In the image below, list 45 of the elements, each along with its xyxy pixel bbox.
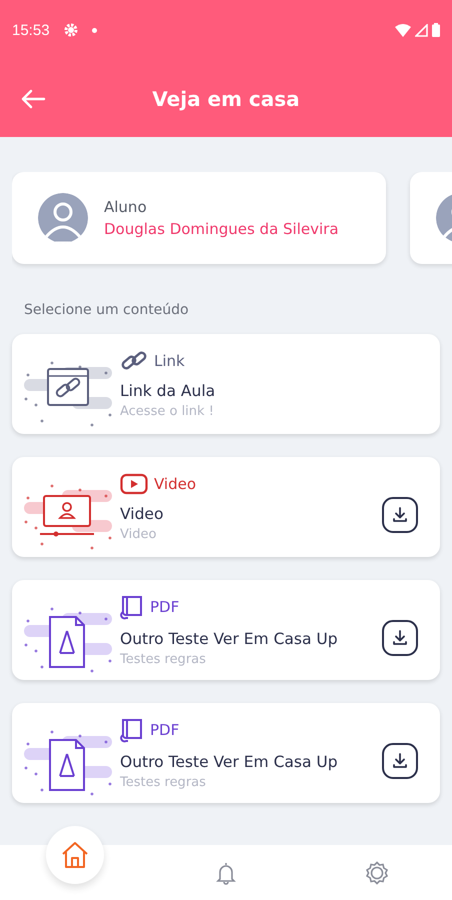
content-card[interactable]: Link Link da Aula Acesse o link ! [12,334,440,434]
bell-nav-button[interactable] [216,860,236,884]
settings-icon [364,860,389,884]
content-subtitle: Testes regras [120,652,207,666]
status-time: 15:53 [12,22,50,38]
avatar-icon [38,193,88,243]
download-button[interactable] [382,620,418,656]
student-label: Aluno [104,198,148,216]
signal-icon [415,24,428,36]
content-subtitle: Video [120,526,158,542]
bell-icon [216,860,236,884]
book-icon [120,716,144,742]
content-title: Outro Teste Ver Em Casa Up [120,630,339,648]
notification-dot-icon [92,28,97,32]
content-subtitle: Acesse o link ! [120,404,215,418]
book-icon [120,594,144,620]
battery-icon [432,23,440,37]
back-arrow-icon [20,88,46,108]
settings-nav-button[interactable] [364,860,389,884]
download-icon [391,629,409,647]
play-icon [120,472,148,494]
content-card[interactable]: PDF Outro Teste Ver Em Casa Up Testes regras [12,703,440,803]
download-icon [391,752,409,770]
content-card[interactable]: Video Video Video [12,457,440,557]
content-type-label: Video [154,474,196,492]
download-button[interactable] [382,743,418,779]
page-title: Veja em casa [152,86,300,110]
student-name: Douglas Domingues da Silevira [104,220,339,238]
content-title: Outro Teste Ver Em Casa Up [120,752,339,770]
content-title: Video [120,504,164,522]
settings-icon [64,23,78,37]
back-button[interactable] [20,88,46,108]
link-icon [120,350,148,372]
content-type-label: Link [154,352,185,370]
student-card[interactable]: Aluno Douglas Domingues da Silevira [12,172,386,264]
content-type-label: PDF [150,720,180,738]
wifi-icon [395,24,411,36]
content-type-label: PDF [150,598,180,616]
content-card[interactable]: PDF Outro Teste Ver Em Casa Up Testes regras [12,580,440,680]
section-label: Selecione um conteúdo [24,302,190,318]
content-title: Link da Aula [120,382,216,400]
content-subtitle: Testes regras [120,774,207,790]
download-button[interactable] [382,497,418,533]
home-icon [60,840,90,868]
download-icon [391,506,409,524]
